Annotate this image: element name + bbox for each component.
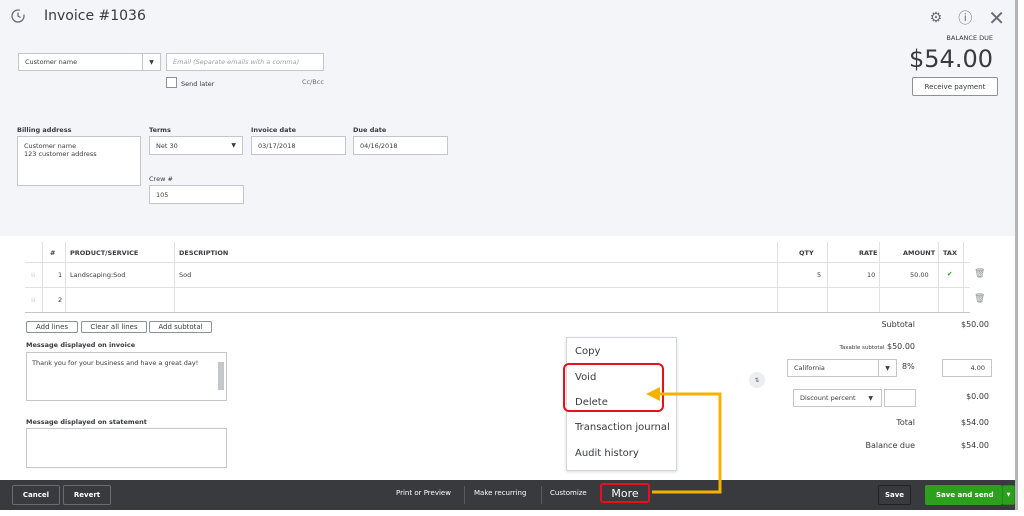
billing-address-input[interactable]: Customer name 123 customer address (17, 136, 141, 186)
drag-handle-icon[interactable]: ⁞⁞ (31, 271, 35, 279)
balance-due-value-bottom: $54.00 (961, 441, 989, 450)
header-rate: RATE (859, 249, 878, 257)
add-subtotal-button[interactable]: Add subtotal (149, 321, 212, 333)
save-and-send-button[interactable]: Save and send (925, 485, 1002, 505)
terms-select[interactable]: Net 30 ▼ (149, 136, 243, 155)
row-product[interactable]: Landscaping:Sod (70, 271, 125, 279)
tax-rate: 8% (902, 362, 915, 371)
invoice-window: Invoice #1036 ⚙ ⓘ ✕ Customer name ▼ Emai… (0, 0, 1018, 510)
invoice-message-label: Message displayed on invoice (26, 341, 136, 349)
chevron-down-icon: ▼ (142, 54, 160, 70)
invoice-header: Invoice #1036 ⚙ ⓘ ✕ Customer name ▼ Emai… (0, 0, 1015, 236)
chevron-down-icon: ▼ (878, 360, 896, 376)
revert-button[interactable]: Revert (63, 485, 111, 505)
subtotal-label: Subtotal (881, 320, 915, 329)
gear-icon[interactable]: ⚙ (930, 10, 943, 26)
history-icon[interactable] (10, 8, 26, 24)
balance-due-label: BALANCE DUE (946, 34, 993, 42)
make-recurring-button[interactable]: Make recurring (474, 489, 526, 497)
menu-item-copy[interactable]: Copy (575, 346, 600, 357)
header-amount: AMOUNT (903, 249, 936, 257)
receive-payment-button[interactable]: Receive payment (912, 77, 998, 96)
invoice-message-textarea[interactable]: Thank you for your business and have a g… (26, 352, 227, 401)
tax-region-value: California (794, 364, 825, 372)
billing-line-2: 123 customer address (24, 150, 97, 158)
terms-label: Terms (149, 126, 171, 134)
customer-select[interactable]: Customer name ▼ (18, 53, 161, 71)
crew-value: 105 (156, 190, 169, 199)
row-num: 2 (58, 296, 63, 304)
tax-checkbox[interactable]: ✔ (947, 270, 952, 278)
cancel-button[interactable]: Cancel (12, 485, 60, 505)
crew-input[interactable]: 105 (149, 185, 244, 204)
menu-item-transaction-journal[interactable]: Transaction journal (575, 422, 670, 433)
header-product: PRODUCT/SERVICE (70, 249, 139, 257)
invoice-date-input[interactable]: 03/17/2018 (251, 136, 346, 155)
tax-amount-input[interactable]: 4.00 (942, 359, 992, 377)
balance-due-amount: $54.00 (909, 45, 993, 73)
subtotal-value: $50.00 (961, 320, 989, 329)
cc-bcc-link[interactable]: Cc/Bcc (302, 78, 324, 86)
discount-type-select[interactable]: Discount percent ▼ (793, 389, 882, 407)
tax-region-select[interactable]: California ▼ (787, 359, 897, 377)
header-description: DESCRIPTION (179, 249, 229, 257)
header-qty: QTY (799, 249, 814, 257)
save-and-send-label: Save and send (936, 491, 994, 499)
total-label: Total (896, 418, 915, 427)
header-num: # (50, 249, 56, 257)
balance-due-label-bottom: Balance due (865, 441, 915, 450)
crew-label: Crew # (149, 175, 173, 183)
more-button[interactable]: More (600, 483, 650, 503)
send-later-checkbox[interactable] (166, 77, 177, 88)
row-description[interactable]: Sod (179, 271, 191, 279)
row-num: 1 (58, 271, 63, 279)
close-icon[interactable]: ✕ (988, 6, 1005, 30)
page-title: Invoice #1036 (44, 8, 146, 24)
trash-icon[interactable]: 🗑 (974, 294, 985, 304)
chevron-down-icon: ▼ (868, 394, 873, 402)
row-qty[interactable]: 5 (817, 271, 821, 279)
due-date-input[interactable]: 04/16/2018 (353, 136, 448, 155)
invoice-date-value: 03/17/2018 (258, 141, 296, 150)
sort-icon[interactable]: ⇅ (749, 372, 765, 388)
save-and-send-dropdown[interactable]: ▼ (1002, 485, 1015, 505)
print-preview-button[interactable]: Print or Preview (396, 489, 451, 497)
tax-amount-value: 4.00 (970, 364, 985, 372)
add-lines-button[interactable]: Add lines (26, 321, 78, 333)
email-placeholder: Email (Separate emails with a comma) (173, 58, 300, 66)
invoice-message-value: Thank you for your business and have a g… (32, 359, 199, 367)
header-tax: TAX (943, 249, 957, 257)
discount-type-value: Discount percent (800, 394, 856, 402)
row-amount[interactable]: 50.00 (910, 271, 929, 279)
drag-handle-icon[interactable]: ⁞⁞ (31, 296, 35, 304)
help-icon[interactable]: ⓘ (958, 8, 972, 28)
void-delete-highlight (563, 363, 664, 412)
billing-line-1: Customer name (24, 142, 77, 150)
statement-message-textarea[interactable] (26, 428, 227, 468)
send-later-label: Send later (181, 80, 215, 88)
menu-item-audit-history[interactable]: Audit history (575, 448, 639, 459)
total-value: $54.00 (961, 418, 989, 427)
discount-value-input[interactable] (884, 389, 916, 407)
terms-value: Net 30 (156, 141, 178, 150)
customer-name-value: Customer name (25, 58, 78, 66)
trash-icon[interactable]: 🗑 (974, 269, 985, 279)
email-input[interactable]: Email (Separate emails with a comma) (166, 53, 324, 71)
discount-amount: $0.00 (966, 392, 989, 401)
invoice-date-label: Invoice date (251, 126, 297, 134)
scrollbar-thumb[interactable] (218, 362, 224, 390)
taxable-subtotal-value: $50.00 (887, 342, 915, 351)
chevron-down-icon: ▼ (231, 142, 236, 149)
customize-button[interactable]: Customize (550, 489, 587, 497)
due-date-value: 04/16/2018 (360, 141, 398, 150)
taxable-subtotal-label: Taxable subtotal (839, 345, 885, 351)
clear-all-lines-button[interactable]: Clear all lines (81, 321, 147, 333)
row-rate[interactable]: 10 (867, 271, 875, 279)
save-button[interactable]: Save (878, 485, 911, 505)
footer-bar: Cancel Revert Print or Preview Make recu… (0, 480, 1015, 510)
statement-message-label: Message displayed on statement (26, 418, 147, 426)
due-date-label: Due date (353, 126, 387, 134)
billing-address-label: Billing address (17, 126, 72, 134)
